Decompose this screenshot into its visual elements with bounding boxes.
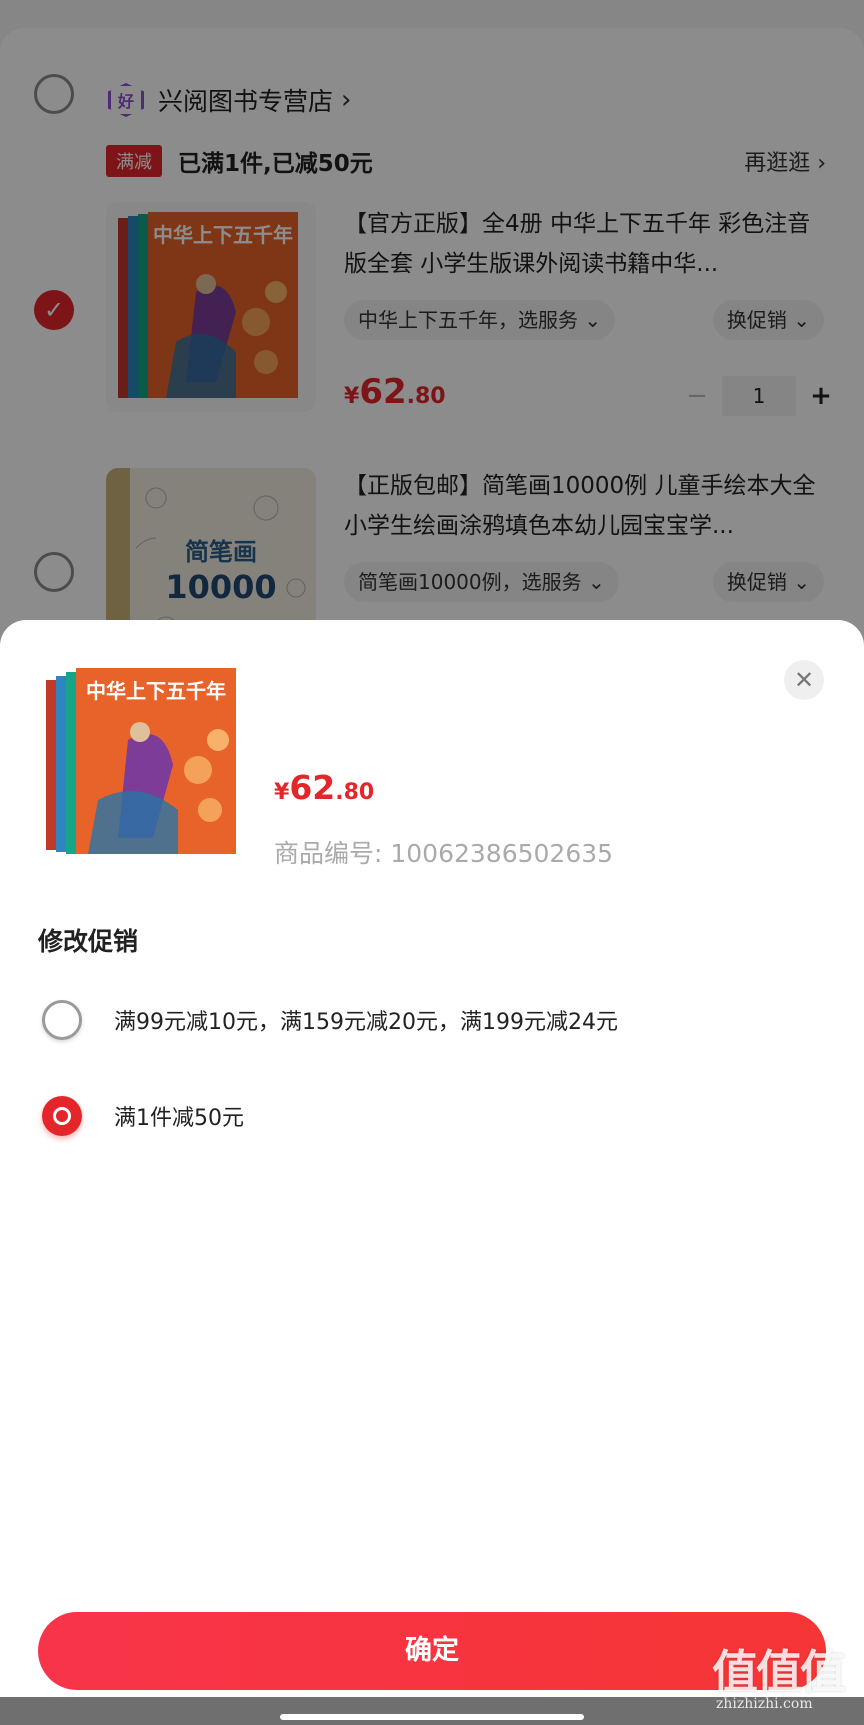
- sheet-product-image: 中华上下五千年: [38, 660, 248, 870]
- promo-option-2[interactable]: 满1件减50元: [42, 1094, 244, 1138]
- radio-icon[interactable]: [42, 1096, 82, 1136]
- radio-icon[interactable]: [42, 1000, 82, 1040]
- book-cover-history: 中华上下五千年: [38, 660, 248, 870]
- sheet-price: ¥62.80: [274, 768, 374, 807]
- section-title: 修改促销: [38, 927, 139, 956]
- promo-option-label[interactable]: 满1件减50元: [114, 1100, 244, 1132]
- price-decimal: .80: [335, 780, 375, 805]
- cover-title: 中华上下五千年: [86, 679, 226, 703]
- home-indicator[interactable]: [280, 1714, 584, 1720]
- modal-overlay[interactable]: [0, 0, 864, 700]
- close-icon: ✕: [793, 666, 815, 694]
- confirm-button[interactable]: 确定: [38, 1612, 826, 1690]
- close-button[interactable]: ✕: [784, 660, 824, 700]
- promo-bottom-sheet: 中华上下五千年 ✕ ¥62.80 商品编号: 10062386502635 修改…: [0, 620, 864, 1725]
- watermark: 值值值 zhizhizhi.com: [712, 1636, 846, 1712]
- watermark-logo: 值值值: [712, 1645, 846, 1699]
- price-symbol: ¥: [274, 780, 290, 805]
- promo-option-1[interactable]: 满99元减10元，满159元减20元，满199元减24元: [42, 998, 618, 1042]
- promo-option-label[interactable]: 满99元减10元，满159元减20元，满199元减24元: [114, 1004, 618, 1036]
- price-integer: 62: [289, 768, 336, 807]
- product-sku: 商品编号: 10062386502635: [274, 839, 614, 868]
